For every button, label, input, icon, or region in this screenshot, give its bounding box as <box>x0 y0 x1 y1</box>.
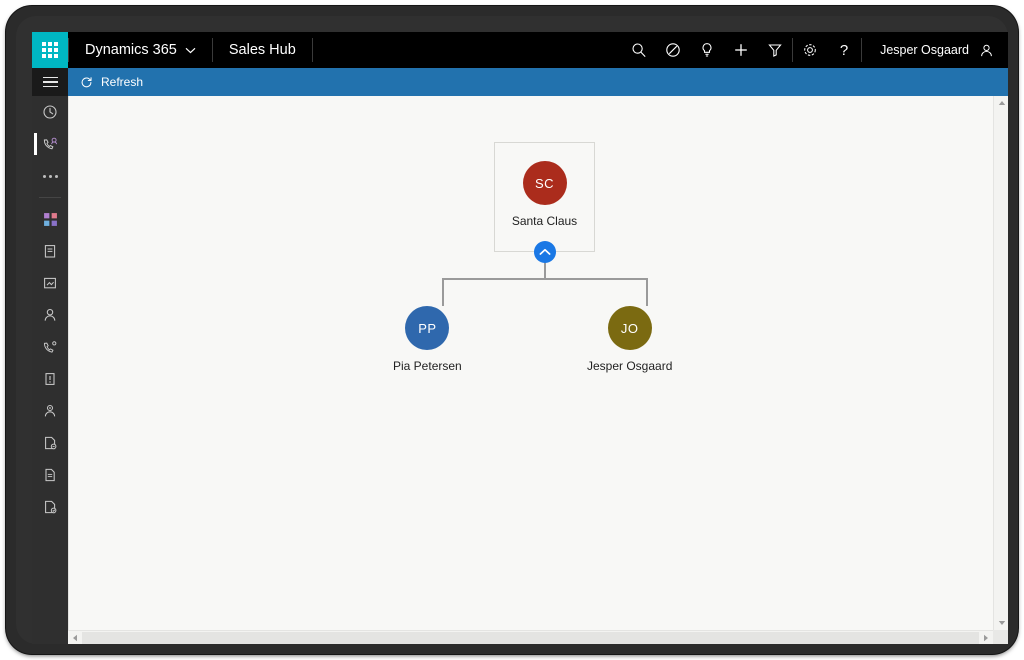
device-bezel-inner: Dynamics 365 Sales Hub ? Jesper Osgaard … <box>16 16 1008 644</box>
navigation-rail <box>32 96 68 644</box>
org-node-label: Jesper Osgaard <box>587 359 673 373</box>
connector-vertical-child2 <box>646 278 648 306</box>
caret-left-icon[interactable] <box>68 631 82 644</box>
person-board-icon <box>44 404 56 417</box>
sidebar-item-quotes[interactable] <box>32 427 68 459</box>
sidebar-item-more[interactable] <box>32 160 68 192</box>
waffle-grid-icon <box>42 42 58 58</box>
sidebar-item-dashboards[interactable] <box>32 203 68 235</box>
insights-bulb-icon[interactable] <box>690 32 724 68</box>
sidebar-item-contacts[interactable] <box>32 299 68 331</box>
scrollbar-corner <box>993 630 1008 644</box>
org-chart: SC Santa Claus PP Pia Petersen JO Jesper… <box>69 96 994 630</box>
doc-icon <box>45 468 55 482</box>
filter-icon[interactable] <box>758 32 792 68</box>
connector-vertical-child1 <box>442 278 444 306</box>
sidebar-item-opportunities[interactable] <box>32 363 68 395</box>
sidebar-item-accounts[interactable] <box>32 267 68 299</box>
refresh-label: Refresh <box>101 75 144 89</box>
user-profile-button[interactable]: Jesper Osgaard <box>862 32 1008 68</box>
opportunity-icon <box>45 373 55 385</box>
user-name-label: Jesper Osgaard <box>880 43 969 57</box>
chevron-up-icon[interactable] <box>533 241 556 263</box>
org-node-child-2[interactable]: JO Jesper Osgaard <box>587 306 672 373</box>
device-bezel: Dynamics 365 Sales Hub ? Jesper Osgaard … <box>6 6 1018 654</box>
brand-dynamics-365[interactable]: Dynamics 365 <box>69 32 212 68</box>
sidebar-item-competitors[interactable] <box>32 395 68 427</box>
brand-label: Dynamics 365 <box>85 42 177 58</box>
horizontal-scrollbar-thumb[interactable] <box>82 632 979 644</box>
org-chart-canvas[interactable]: SC Santa Claus PP Pia Petersen JO Jesper… <box>68 96 1008 644</box>
sidebar-item-recent[interactable] <box>32 96 68 128</box>
org-node-card[interactable]: SC Santa Claus <box>494 142 595 252</box>
app-name-label: Sales Hub <box>228 42 296 58</box>
command-bar: Refresh <box>68 68 1008 96</box>
refresh-button[interactable]: Refresh <box>68 68 155 96</box>
dots-icon <box>42 174 58 178</box>
quick-create-icon[interactable] <box>724 32 758 68</box>
avatar-initials: PP <box>418 320 437 336</box>
clock-icon <box>43 105 57 119</box>
dashboard-icon <box>43 212 57 226</box>
caret-up-icon[interactable] <box>994 96 1008 110</box>
pin-contact-icon <box>43 137 57 149</box>
vertical-scrollbar[interactable] <box>993 96 1008 630</box>
sidebar-item-invoices[interactable] <box>32 491 68 523</box>
assistant-icon[interactable] <box>656 32 690 68</box>
hamburger-icon <box>42 74 58 91</box>
person-icon <box>981 44 992 56</box>
clipboard-icon <box>44 245 56 258</box>
doc-invoice-icon <box>45 500 57 514</box>
sidebar-item-leads[interactable] <box>32 331 68 363</box>
app-launcher-button[interactable] <box>32 32 68 68</box>
building-icon <box>44 277 56 289</box>
site-map-toggle-button[interactable] <box>32 68 68 96</box>
avatar: JO <box>607 306 652 350</box>
avatar: PP <box>405 306 450 350</box>
refresh-icon <box>81 76 92 87</box>
search-icon[interactable] <box>622 32 656 68</box>
divider <box>39 197 61 198</box>
connector-horizontal <box>442 278 647 280</box>
phone-contact-icon <box>43 340 56 353</box>
app-name-sales-hub[interactable]: Sales Hub <box>213 32 312 68</box>
chevron-down-icon <box>185 47 196 53</box>
org-node-label: Pia Petersen <box>393 359 462 373</box>
horizontal-scrollbar[interactable] <box>68 630 993 644</box>
caret-right-icon[interactable] <box>979 631 993 644</box>
app-screen: Dynamics 365 Sales Hub ? Jesper Osgaard … <box>32 32 1008 644</box>
top-navigation-bar: Dynamics 365 Sales Hub ? Jesper Osgaard <box>32 32 1008 68</box>
doc-badge-icon <box>45 436 57 450</box>
sidebar-item-pinned[interactable] <box>32 128 68 160</box>
avatar-initials: JO <box>620 320 639 336</box>
person-icon <box>44 308 56 321</box>
help-icon[interactable]: ? <box>827 32 861 68</box>
settings-gear-icon[interactable] <box>793 32 827 68</box>
org-node-label: Santa Claus <box>511 214 578 228</box>
avatar-initials: SC <box>534 175 555 191</box>
org-node-root[interactable]: SC Santa Claus <box>494 142 595 263</box>
sidebar-item-orders[interactable] <box>32 459 68 491</box>
avatar: SC <box>522 161 567 205</box>
org-node-child-1[interactable]: PP Pia Petersen <box>393 306 462 373</box>
caret-down-icon[interactable] <box>994 616 1008 630</box>
sidebar-item-activities[interactable] <box>32 235 68 267</box>
